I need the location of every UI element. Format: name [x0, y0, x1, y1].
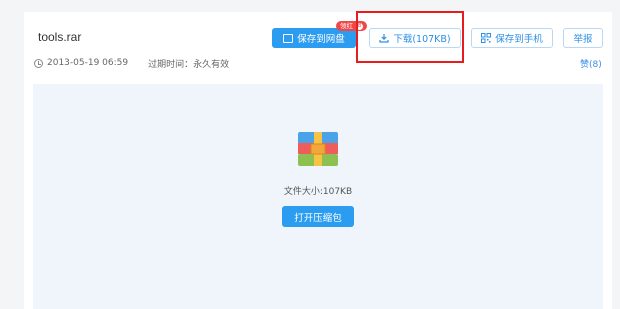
open-archive-button[interactable]: 打开压缩包 [282, 206, 354, 227]
download-icon [379, 33, 389, 43]
reward-badge: 领红 8 [336, 21, 367, 31]
download-button[interactable]: 下载(107KB) [369, 28, 461, 48]
file-preview: 文件大小:107KB 打开压缩包 [33, 84, 603, 309]
upload-time: 2013-05-19 06:59 [47, 58, 129, 68]
clock-icon [34, 58, 43, 68]
file-meta: 2013-05-19 06:59 过期时间：永久有效 [34, 56, 229, 70]
expire-time: 过期时间：永久有效 [148, 59, 230, 70]
file-name: tools.rar [38, 30, 82, 44]
download-label: 下载(107KB) [393, 34, 451, 45]
cloud-save-icon [283, 33, 294, 43]
open-archive-label: 打开压缩包 [294, 212, 342, 224]
save-to-phone-label: 保存到手机 [495, 34, 543, 45]
reward-badge-text: 领红 [340, 22, 353, 30]
archive-icon [298, 132, 338, 166]
qr-code-icon [481, 33, 492, 43]
report-label: 举报 [573, 34, 593, 45]
reward-badge-count: 8 [356, 22, 363, 30]
save-to-cloud-label: 保存到网盘 [297, 34, 345, 45]
file-card: tools.rar 2013-05-19 06:59 过期时间：永久有效 保存到… [24, 11, 612, 309]
file-size-text: 文件大小:107KB [283, 187, 353, 197]
save-to-phone-button[interactable]: 保存到手机 [471, 28, 553, 48]
report-button[interactable]: 举报 [563, 28, 603, 48]
like-link[interactable]: 赞(8) [580, 57, 602, 70]
save-to-cloud-button[interactable]: 保存到网盘 [272, 28, 356, 48]
